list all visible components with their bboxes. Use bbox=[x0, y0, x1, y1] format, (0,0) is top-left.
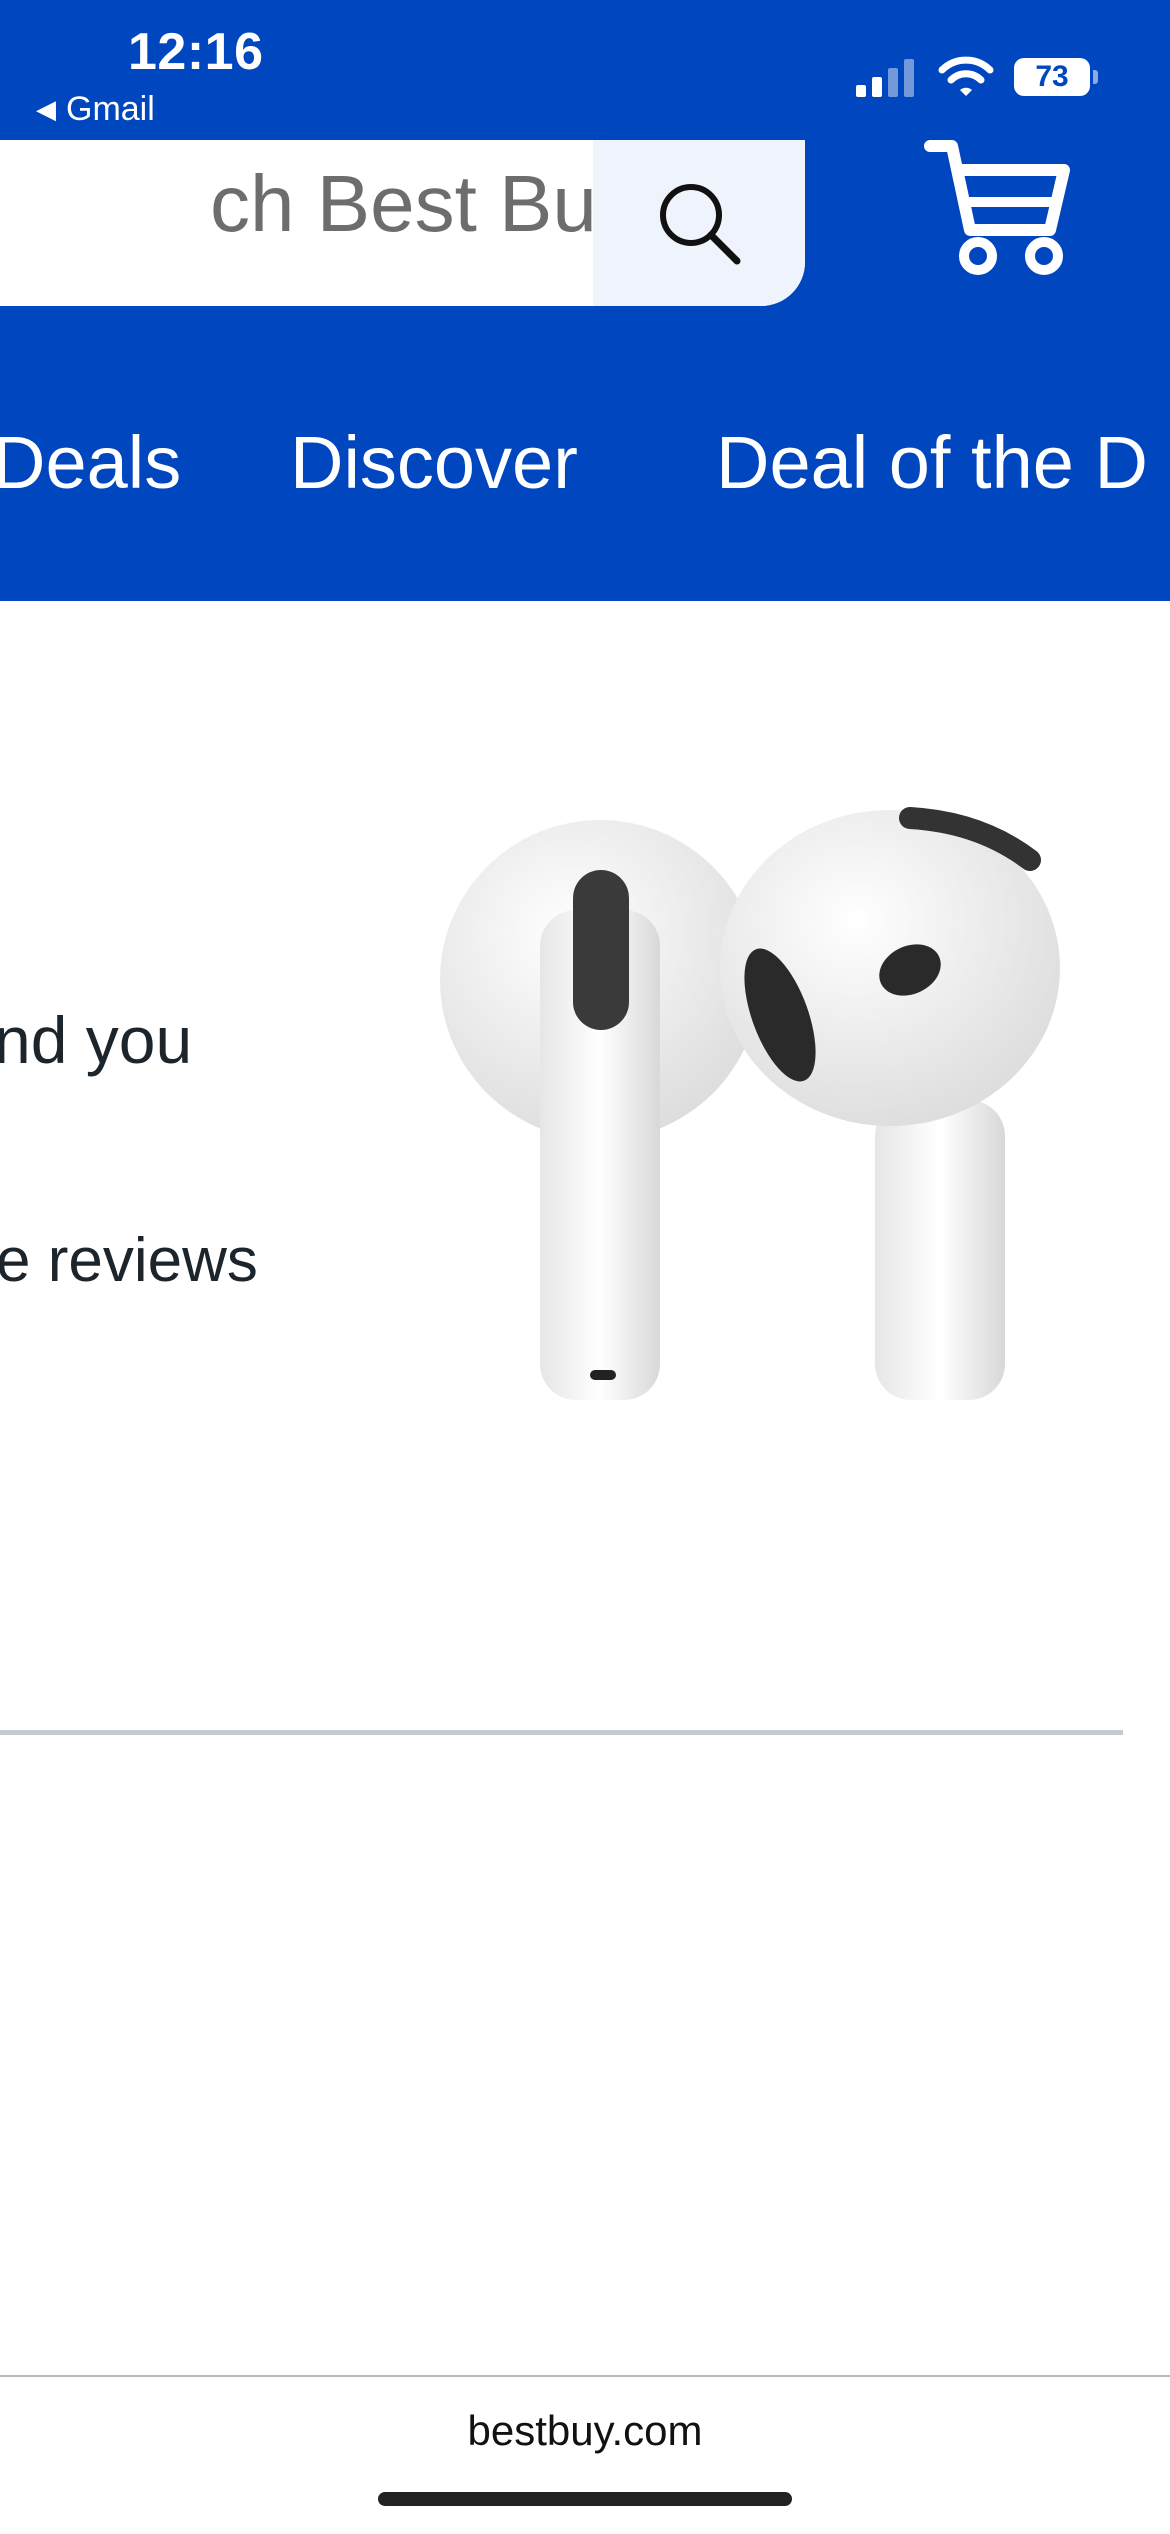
url-text[interactable]: bestbuy.com bbox=[0, 2407, 1170, 2455]
nav-item-deals[interactable]: Deals bbox=[0, 420, 181, 505]
airpods-product-image[interactable] bbox=[430, 800, 1090, 1420]
nav-item-deal-of-the-day[interactable]: Deal of the D bbox=[716, 420, 1148, 505]
status-time: 12:16 bbox=[128, 23, 264, 81]
section-divider bbox=[0, 1730, 1123, 1735]
hero-text-line1: nd you bbox=[0, 1003, 193, 1077]
signal-icon bbox=[856, 59, 914, 97]
hero-text-line2: e reviews bbox=[0, 1226, 258, 1295]
search-input[interactable]: ch Best Buy bbox=[0, 140, 805, 306]
battery-icon: 73 bbox=[1014, 58, 1098, 96]
cart-icon[interactable] bbox=[922, 132, 1072, 282]
back-arrow-icon: ◀ bbox=[36, 94, 56, 124]
search-button[interactable] bbox=[593, 140, 805, 306]
header: 12:16 ◀ Gmail 73 ch Best Buy Deals Disco… bbox=[0, 0, 1170, 601]
browser-address-bar[interactable]: bestbuy.com bbox=[0, 2375, 1170, 2534]
wifi-icon bbox=[938, 56, 994, 96]
back-to-app-button[interactable]: ◀ Gmail bbox=[36, 90, 155, 129]
home-indicator bbox=[378, 2492, 792, 2506]
back-app-label: Gmail bbox=[66, 90, 155, 128]
nav-item-discover[interactable]: Discover bbox=[290, 420, 578, 505]
search-icon bbox=[660, 184, 741, 265]
status-icons: 73 bbox=[856, 52, 1098, 102]
category-nav: Deals Discover Deal of the D bbox=[0, 380, 1170, 540]
battery-level: 73 bbox=[1035, 60, 1069, 93]
